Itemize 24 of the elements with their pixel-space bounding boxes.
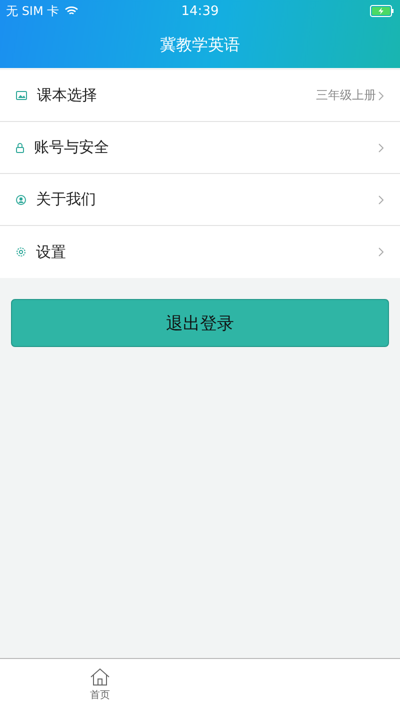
menu-row[interactable]: 账号与安全 [0, 122, 400, 174]
user-icon [16, 194, 26, 204]
settings-icon [16, 247, 26, 257]
home-icon [90, 668, 110, 686]
menu-label: 课本选择 [37, 86, 98, 105]
menu-label: 账号与安全 [34, 138, 110, 157]
wifi-icon [65, 6, 78, 16]
page-title: 冀教学英语 [160, 34, 240, 56]
menu-row[interactable]: 课本选择 三年级上册 [0, 70, 400, 122]
status-time: 14:39 [181, 4, 219, 18]
chevron-icon [378, 194, 384, 204]
chevron-icon [378, 247, 384, 257]
chevron-icon [378, 90, 384, 100]
chevron-icon [378, 142, 384, 152]
menu-row[interactable]: 设置 [0, 226, 400, 278]
lock-icon [16, 142, 24, 152]
menu-row[interactable]: 关于我们 [0, 174, 400, 226]
picture-icon [16, 91, 27, 100]
menu-label: 关于我们 [36, 190, 97, 209]
logout-button[interactable]: 退出登录 [11, 299, 389, 347]
tab-label: 首页 [90, 689, 110, 702]
menu-label: 设置 [36, 242, 67, 262]
menu-value: 三年级上册 [316, 87, 376, 104]
carrier-text: 无 SIM 卡 [6, 2, 60, 20]
